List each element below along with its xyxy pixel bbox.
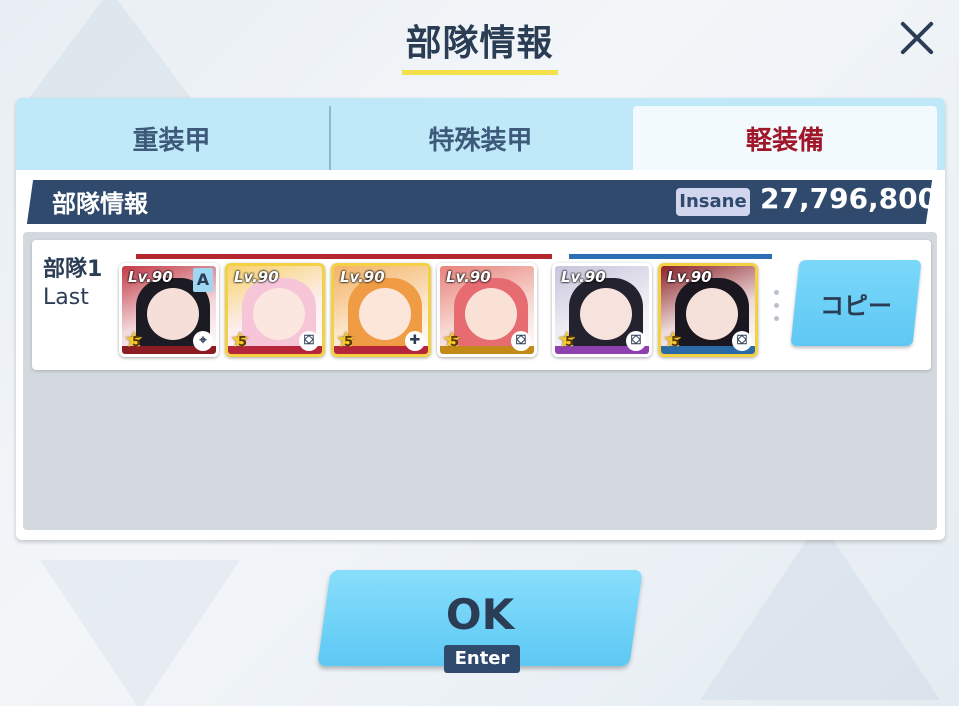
support-icon: ⛋ <box>299 331 319 351</box>
star-rating: 5 <box>132 335 142 350</box>
squad-info-panel: 重装甲 特殊装甲 軽装備 部隊情報 Insane 27,796,800 部隊1 … <box>16 98 945 540</box>
copy-button[interactable]: コピー <box>790 260 922 346</box>
support-icon: ⛋ <box>511 331 531 351</box>
score-value: 27,796,800 <box>760 182 938 215</box>
striker-stripe <box>136 254 552 259</box>
squad-row: 部隊1 Last Lv.90 A ★ 5 ⌖ Lv.90 ★ 5 ⛋ Lv.90… <box>32 240 931 370</box>
more-options-icon[interactable] <box>774 290 780 330</box>
tab-heavy-armor[interactable]: 重装甲 <box>16 106 327 170</box>
student-card[interactable]: Lv.90 ★ 5 ⛋ <box>437 263 537 357</box>
info-label: 部隊情報 <box>52 190 148 218</box>
enter-key-hint: Enter <box>444 645 520 673</box>
student-card[interactable]: Lv.90 ★ 5 ⛋ <box>658 263 758 357</box>
tab-light-armor[interactable]: 軽装備 <box>633 106 937 170</box>
copy-label: コピー <box>820 291 892 320</box>
squad-subtitle: Last <box>43 285 89 310</box>
level-label: Lv.90 <box>340 268 385 286</box>
assist-badge: A <box>193 268 213 292</box>
star-rating: 5 <box>238 335 248 350</box>
tab-special-armor[interactable]: 特殊装甲 <box>329 106 630 170</box>
level-label: Lv.90 <box>667 268 712 286</box>
ok-label: OK <box>445 590 515 639</box>
star-rating: 5 <box>565 335 575 350</box>
star-rating: 5 <box>671 335 681 350</box>
title-underline <box>402 70 558 75</box>
squad-title: 部隊1 <box>43 257 103 282</box>
star-rating: 5 <box>344 335 354 350</box>
crosshair-icon: ⌖ <box>193 331 213 351</box>
level-label: Lv.90 <box>234 268 279 286</box>
support-icon: ⛋ <box>732 331 752 351</box>
level-label: Lv.90 <box>446 268 491 286</box>
student-card[interactable]: Lv.90 ★ 5 ⛋ <box>552 263 652 357</box>
star-rating: 5 <box>450 335 460 350</box>
student-card[interactable]: Lv.90 A ★ 5 ⌖ <box>119 263 219 357</box>
difficulty-badge: Insane <box>676 188 750 216</box>
close-icon[interactable] <box>895 16 939 60</box>
special-stripe <box>569 254 772 259</box>
squad-name: 部隊1 Last <box>43 256 102 312</box>
student-card[interactable]: Lv.90 ★ 5 ✚ <box>331 263 431 357</box>
student-card[interactable]: Lv.90 ★ 5 ⛋ <box>225 263 325 357</box>
tab-bar: 重装甲 特殊装甲 軽装備 <box>16 98 945 170</box>
squad-list[interactable]: 部隊1 Last Lv.90 A ★ 5 ⌖ Lv.90 ★ 5 ⛋ Lv.90… <box>23 232 937 530</box>
page-title: 部隊情報 <box>405 23 554 64</box>
level-label: Lv.90 <box>128 268 173 286</box>
heal-icon: ✚ <box>405 331 425 351</box>
support-icon: ⛋ <box>626 331 646 351</box>
level-label: Lv.90 <box>561 268 606 286</box>
